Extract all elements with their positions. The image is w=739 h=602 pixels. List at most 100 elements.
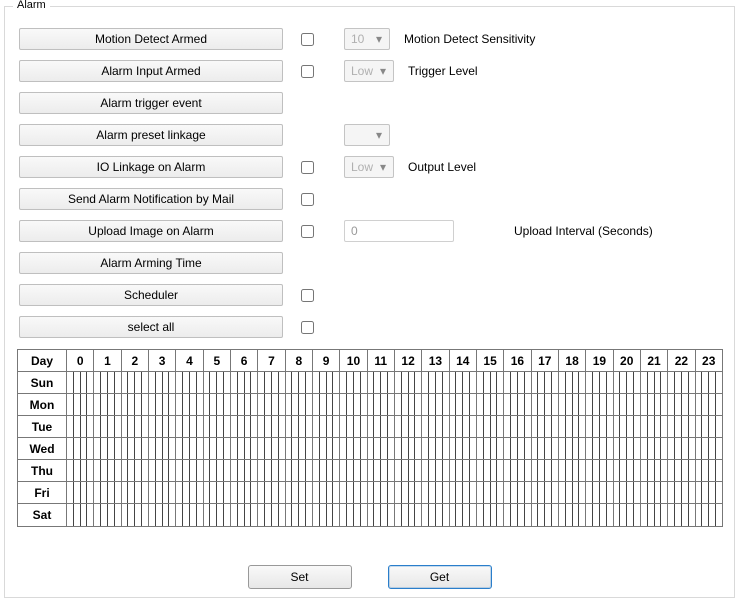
schedule-quarter[interactable] [456, 416, 463, 437]
schedule-quarter[interactable] [409, 504, 416, 526]
schedule-cell[interactable] [368, 504, 395, 526]
schedule-quarter[interactable] [463, 482, 470, 503]
schedule-quarter[interactable] [470, 416, 476, 437]
io-linkage-checkbox[interactable] [301, 161, 314, 174]
schedule-quarter[interactable] [402, 460, 409, 481]
schedule-quarter[interactable] [217, 416, 224, 437]
schedule-quarter[interactable] [538, 504, 545, 526]
schedule-quarter[interactable] [81, 504, 88, 526]
schedule-quarter[interactable] [545, 482, 552, 503]
schedule-quarter[interactable] [504, 482, 511, 503]
schedule-quarter[interactable] [169, 438, 175, 459]
schedule-quarter[interactable] [306, 460, 312, 481]
schedule-cell[interactable] [477, 460, 504, 481]
schedule-quarter[interactable] [320, 504, 327, 526]
schedule-quarter[interactable] [395, 482, 402, 503]
schedule-cell[interactable] [614, 460, 641, 481]
schedule-quarter[interactable] [716, 416, 722, 437]
schedule-quarter[interactable] [101, 372, 108, 393]
schedule-cell[interactable] [231, 460, 258, 481]
schedule-cell[interactable] [258, 438, 285, 459]
schedule-quarter[interactable] [429, 438, 436, 459]
schedule-quarter[interactable] [258, 416, 265, 437]
schedule-quarter[interactable] [484, 394, 491, 415]
schedule-cell[interactable] [422, 438, 449, 459]
schedule-quarter[interactable] [661, 482, 667, 503]
schedule-quarter[interactable] [327, 438, 334, 459]
schedule-cell[interactable] [176, 504, 203, 526]
schedule-cell[interactable] [122, 438, 149, 459]
schedule-quarter[interactable] [108, 482, 115, 503]
schedule-quarter[interactable] [614, 394, 621, 415]
schedule-quarter[interactable] [518, 460, 525, 481]
schedule-quarter[interactable] [443, 394, 449, 415]
schedule-quarter[interactable] [115, 504, 121, 526]
schedule-quarter[interactable] [566, 372, 573, 393]
schedule-cell[interactable] [340, 438, 367, 459]
schedule-cell[interactable] [504, 416, 531, 437]
schedule-quarter[interactable] [217, 460, 224, 481]
schedule-cell[interactable] [67, 372, 94, 393]
schedule-quarter[interactable] [313, 460, 320, 481]
schedule-quarter[interactable] [709, 438, 716, 459]
schedule-quarter[interactable] [135, 504, 142, 526]
schedule-cell[interactable] [668, 482, 695, 503]
schedule-quarter[interactable] [545, 504, 552, 526]
schedule-cell[interactable] [122, 394, 149, 415]
schedule-quarter[interactable] [67, 504, 74, 526]
schedule-quarter[interactable] [668, 394, 675, 415]
schedule-quarter[interactable] [627, 416, 634, 437]
schedule-quarter[interactable] [67, 372, 74, 393]
schedule-quarter[interactable] [395, 394, 402, 415]
schedule-quarter[interactable] [709, 504, 716, 526]
schedule-quarter[interactable] [128, 416, 135, 437]
schedule-quarter[interactable] [559, 438, 566, 459]
schedule-quarter[interactable] [374, 394, 381, 415]
schedule-quarter[interactable] [436, 482, 443, 503]
schedule-quarter[interactable] [552, 394, 558, 415]
schedule-quarter[interactable] [504, 438, 511, 459]
schedule-quarter[interactable] [313, 504, 320, 526]
schedule-quarter[interactable] [429, 504, 436, 526]
schedule-cell[interactable] [122, 504, 149, 526]
schedule-quarter[interactable] [142, 416, 148, 437]
schedule-quarter[interactable] [545, 394, 552, 415]
schedule-cell[interactable] [149, 460, 176, 481]
schedule-quarter[interactable] [620, 438, 627, 459]
schedule-quarter[interactable] [190, 482, 197, 503]
schedule-quarter[interactable] [607, 394, 613, 415]
schedule-quarter[interactable] [525, 438, 531, 459]
schedule-quarter[interactable] [115, 460, 121, 481]
schedule-quarter[interactable] [94, 438, 101, 459]
schedule-quarter[interactable] [94, 372, 101, 393]
schedule-quarter[interactable] [347, 482, 354, 503]
schedule-quarter[interactable] [450, 460, 457, 481]
schedule-quarter[interactable] [620, 394, 627, 415]
schedule-quarter[interactable] [156, 438, 163, 459]
schedule-quarter[interactable] [286, 372, 293, 393]
schedule-quarter[interactable] [265, 460, 272, 481]
schedule-quarter[interactable] [347, 438, 354, 459]
schedule-quarter[interactable] [443, 438, 449, 459]
schedule-quarter[interactable] [450, 394, 457, 415]
schedule-cell[interactable] [586, 460, 613, 481]
schedule-cell[interactable] [559, 416, 586, 437]
schedule-quarter[interactable] [320, 416, 327, 437]
schedule-quarter[interactable] [231, 416, 238, 437]
schedule-cell[interactable] [532, 438, 559, 459]
schedule-quarter[interactable] [497, 438, 503, 459]
schedule-cell[interactable] [450, 394, 477, 415]
schedule-cell[interactable] [176, 482, 203, 503]
upload-image-button[interactable]: Upload Image on Alarm [19, 220, 283, 242]
schedule-quarter[interactable] [87, 438, 93, 459]
schedule-cell[interactable] [477, 482, 504, 503]
schedule-quarter[interactable] [484, 416, 491, 437]
schedule-quarter[interactable] [231, 482, 238, 503]
schedule-cell[interactable] [395, 482, 422, 503]
schedule-quarter[interactable] [538, 416, 545, 437]
schedule-quarter[interactable] [409, 372, 416, 393]
schedule-quarter[interactable] [368, 372, 375, 393]
schedule-quarter[interactable] [477, 438, 484, 459]
schedule-quarter[interactable] [709, 460, 716, 481]
schedule-quarter[interactable] [620, 460, 627, 481]
